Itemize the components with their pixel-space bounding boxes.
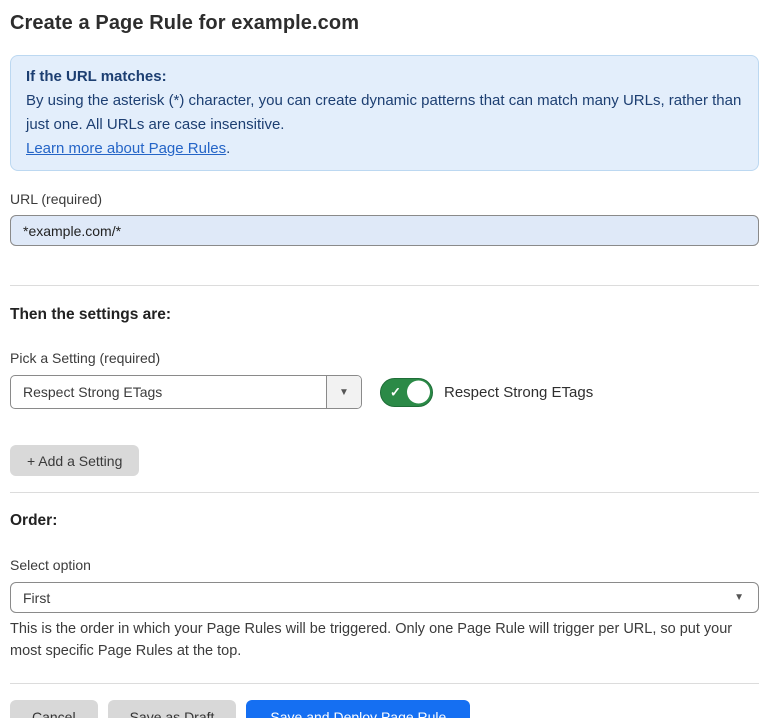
save-as-draft-button[interactable]: Save as Draft	[108, 700, 237, 718]
link-suffix: .	[226, 140, 230, 157]
toggle-label: Respect Strong ETags	[444, 384, 593, 401]
divider	[10, 683, 759, 684]
setting-toggle[interactable]: ✓	[380, 378, 433, 407]
setting-select-value: Respect Strong ETags	[11, 376, 326, 408]
page-rule-form: Create a Page Rule for example.com If th…	[0, 0, 769, 718]
url-match-info-box: If the URL matches: By using the asteris…	[10, 55, 759, 171]
setting-select[interactable]: Respect Strong ETags ▼	[10, 375, 362, 409]
chevron-down-icon: ▼	[339, 387, 349, 398]
check-icon: ✓	[390, 386, 401, 399]
info-box-body: By using the asterisk (*) character, you…	[26, 89, 743, 137]
info-box-link-line: Learn more about Page Rules.	[26, 137, 743, 161]
pick-setting-label: Pick a Setting (required)	[10, 350, 759, 367]
cancel-button[interactable]: Cancel	[10, 700, 98, 718]
order-select[interactable]: First ▼	[10, 582, 759, 613]
footer-actions: Cancel Save as Draft Save and Deploy Pag…	[10, 700, 759, 718]
info-box-heading: If the URL matches:	[26, 65, 743, 89]
save-and-deploy-button[interactable]: Save and Deploy Page Rule	[246, 700, 470, 718]
divider	[10, 492, 759, 493]
add-setting-button[interactable]: + Add a Setting	[10, 445, 139, 476]
chevron-down-icon: ▼	[734, 592, 744, 603]
url-input[interactable]	[10, 215, 759, 246]
setting-select-arrow-button[interactable]: ▼	[326, 376, 361, 408]
page-title: Create a Page Rule for example.com	[10, 10, 759, 36]
setting-row: Respect Strong ETags ▼ ✓ Respect Strong …	[10, 375, 759, 409]
order-select-value: First	[23, 590, 50, 606]
order-help-text: This is the order in which your Page Rul…	[10, 618, 759, 662]
settings-section-heading: Then the settings are:	[10, 305, 759, 324]
toggle-knob	[407, 381, 430, 404]
learn-more-link[interactable]: Learn more about Page Rules	[26, 140, 226, 157]
order-section-heading: Order:	[10, 511, 759, 530]
url-field-label: URL (required)	[10, 191, 759, 208]
divider	[10, 285, 759, 286]
order-select-label: Select option	[10, 557, 759, 574]
